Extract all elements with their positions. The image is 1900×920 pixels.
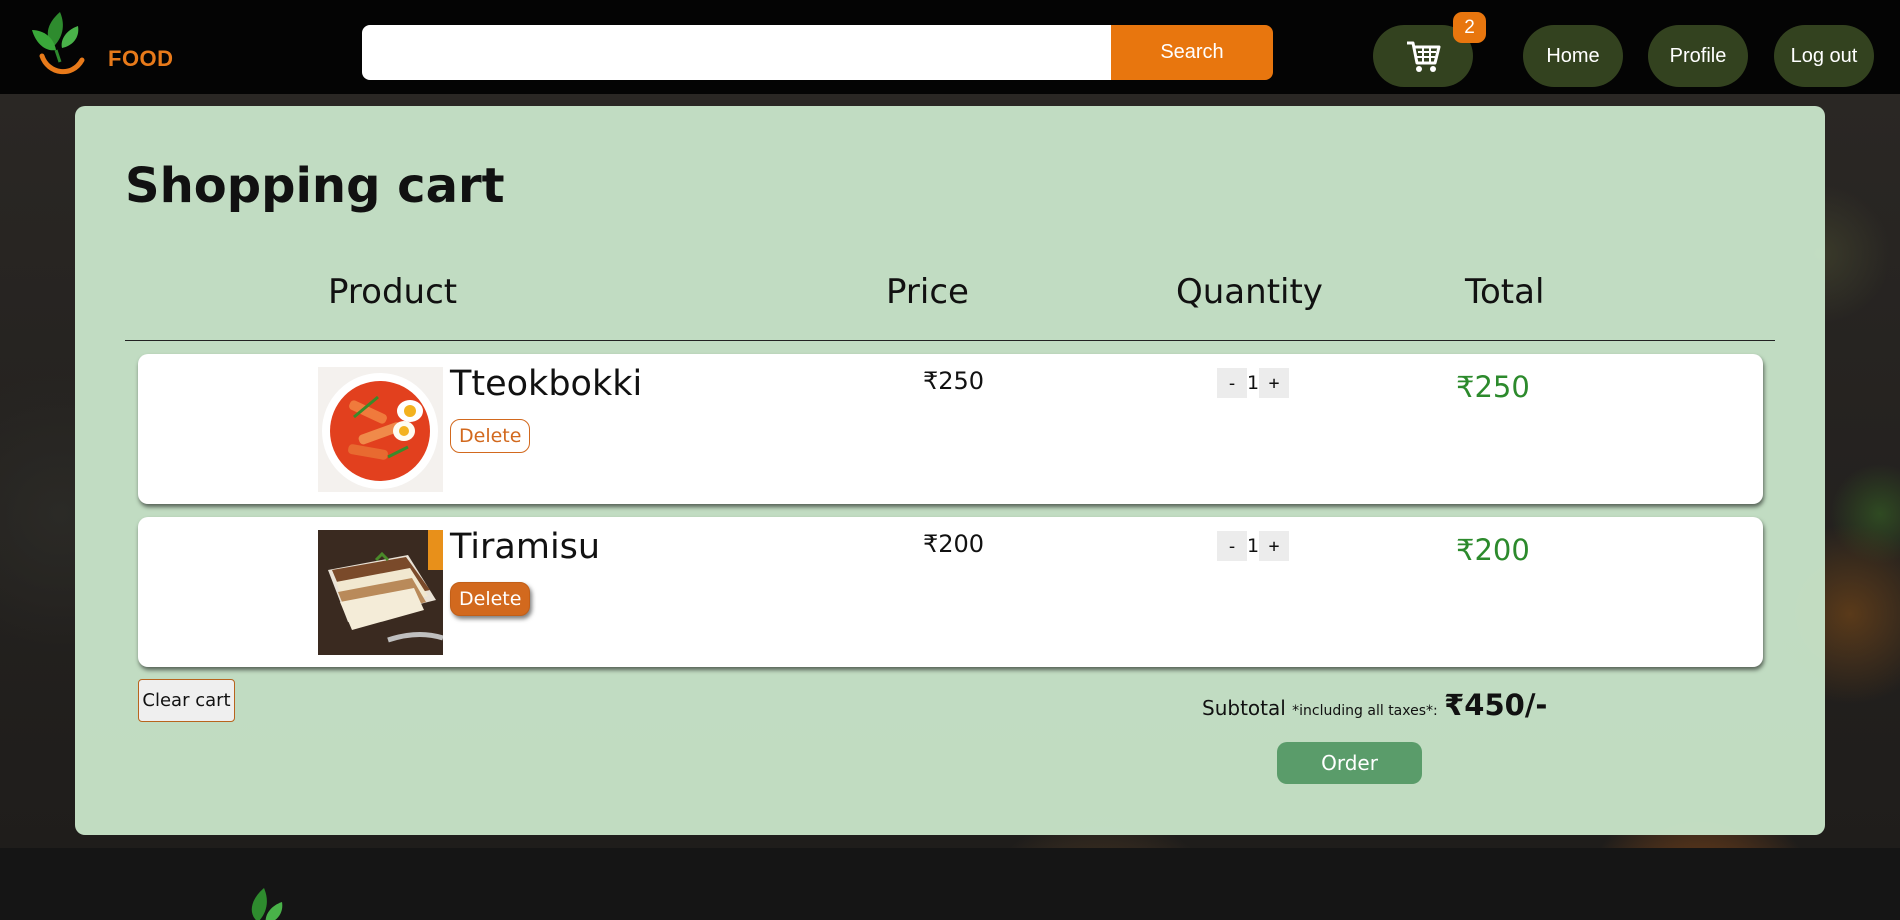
increase-quantity-button[interactable]: + [1259,531,1289,561]
row-total: ₹200 [1456,533,1530,567]
decrease-quantity-button[interactable]: - [1217,368,1247,398]
product-price: ₹250 [923,367,985,395]
order-button[interactable]: Order [1277,742,1422,784]
subtotal-tax-note: *including all taxes*: [1292,703,1438,719]
column-header-total: Total [1465,272,1545,312]
subtotal: Subtotal *including all taxes*: ₹450/- [1202,688,1547,722]
subtotal-label: Subtotal [1202,696,1286,720]
search-input[interactable] [362,25,1112,80]
product-name: Tiramisu [450,527,601,567]
subtotal-amount: ₹450/- [1444,688,1548,722]
column-header-product: Product [328,272,458,312]
product-image [318,530,443,655]
column-header-price: Price [886,272,969,312]
nav-home-button[interactable]: Home [1523,25,1623,87]
quantity-value: 1 [1247,372,1260,394]
cart-row: Tiramisu Delete ₹200 - 1 + ₹200 [138,517,1763,667]
nav-profile-button[interactable]: Profile [1648,25,1748,87]
increase-quantity-button[interactable]: + [1259,368,1289,398]
delete-item-button[interactable]: Delete [450,582,531,616]
footer-leaf-logo-icon [251,888,283,920]
quantity-stepper: - 1 + [1217,368,1289,398]
header-divider [125,340,1775,341]
decrease-quantity-button[interactable]: - [1217,531,1247,561]
cart-count-badge: 2 [1453,12,1486,43]
cart-panel: Shopping cart Product Price Quantity Tot… [75,106,1825,835]
column-header-quantity: Quantity [1176,272,1323,312]
logo-text: FOOD [108,46,174,71]
delete-item-button[interactable]: Delete [450,419,531,453]
top-navbar: FOOD Search 2 Home Profile Log out [0,0,1900,94]
product-name: Tteokbokki [450,364,643,404]
footer [0,848,1900,920]
search-button[interactable]: Search [1111,25,1273,80]
product-image [318,367,443,492]
brand-logo[interactable]: FOOD [26,8,173,82]
quantity-value: 1 [1247,535,1260,557]
clear-cart-button[interactable]: Clear cart [138,679,235,722]
shopping-cart-icon [1407,41,1441,72]
page-title: Shopping cart [125,158,505,214]
product-price: ₹200 [923,530,985,558]
quantity-stepper: - 1 + [1217,531,1289,561]
nav-logout-button[interactable]: Log out [1774,25,1874,87]
cart-row: Tteokbokki Delete ₹250 - 1 + ₹250 [138,354,1763,504]
row-total: ₹250 [1456,370,1530,404]
